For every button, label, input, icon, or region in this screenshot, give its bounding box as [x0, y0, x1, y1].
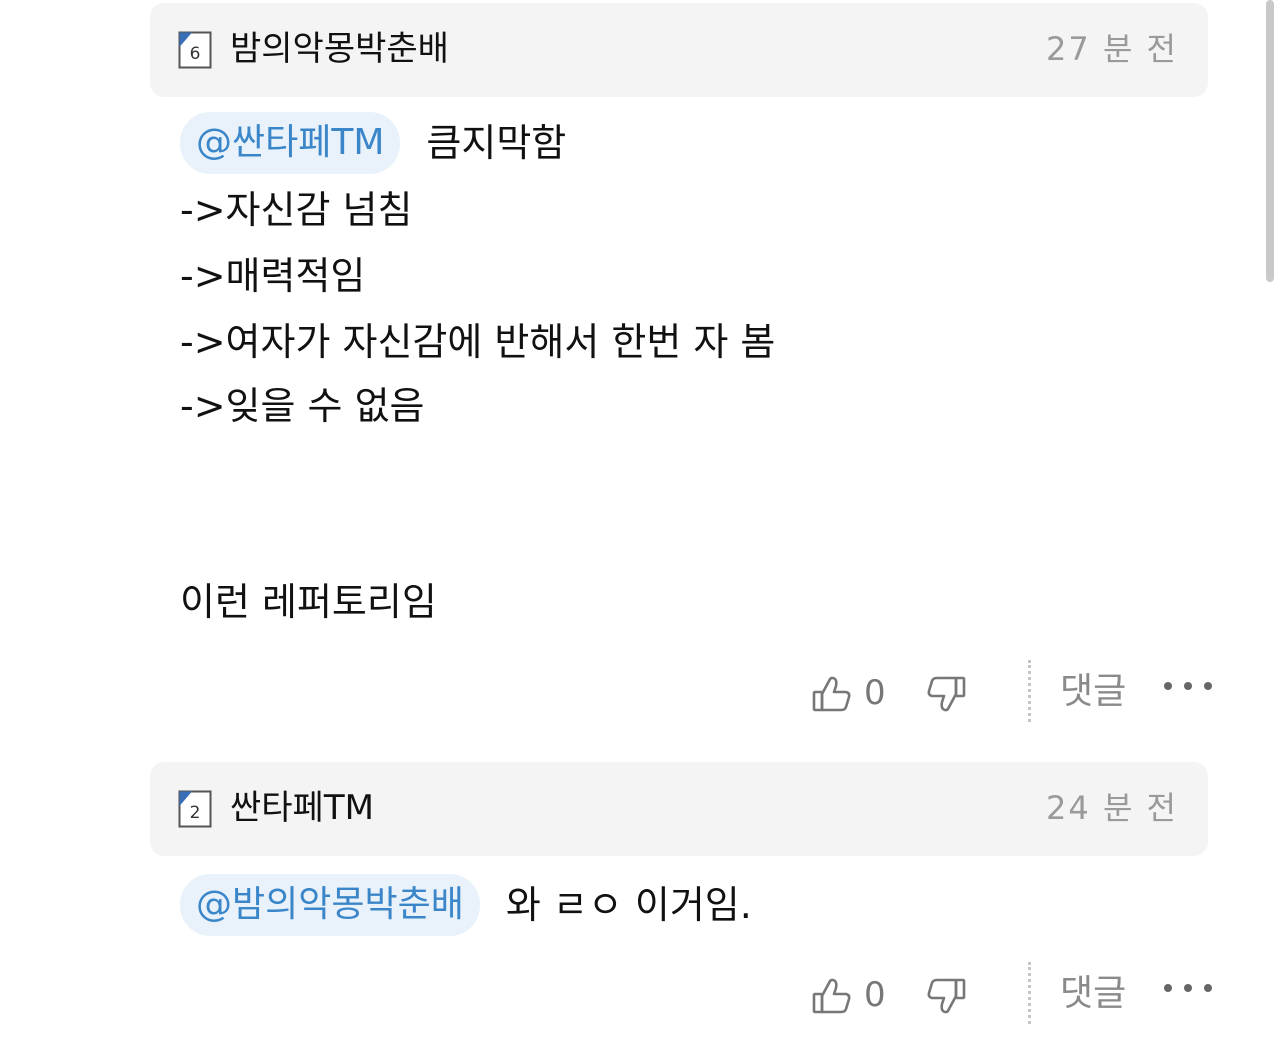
comment-header: 6 밤의악몽박춘배 27 분 전 — [150, 3, 1208, 97]
more-options-icon[interactable] — [1164, 678, 1212, 694]
comment-line: ->자신감 넘침 — [180, 188, 413, 232]
level-badge-icon: 6 — [178, 31, 212, 69]
scrollbar[interactable] — [1266, 0, 1274, 282]
comment-line: ->잊을 수 없음 — [180, 384, 425, 428]
thumbs-up-icon[interactable] — [810, 974, 854, 1018]
more-options-icon[interactable] — [1164, 980, 1212, 996]
mention-tag[interactable]: @밤의악몽박춘배 — [180, 874, 480, 936]
comment-actions: 0 댓글 — [800, 660, 1220, 730]
comment-header: 2 싼타페TM 24 분 전 — [150, 762, 1208, 856]
level-badge-icon: 2 — [178, 790, 212, 828]
username[interactable]: 밤의악몽박춘배 — [230, 27, 449, 71]
level-number: 2 — [190, 803, 201, 823]
like-count: 0 — [864, 975, 886, 1015]
timestamp: 27 분 전 — [1046, 30, 1178, 68]
mention-tag[interactable]: @싼타페TM — [180, 112, 401, 174]
comment-first-line: @밤의악몽박춘배 와 ㄹㅇ 이거임. — [180, 874, 752, 936]
thumbs-down-icon[interactable] — [924, 974, 968, 1018]
comment-text: 와 ㄹㅇ 이거임. — [505, 883, 752, 927]
level-number: 6 — [190, 44, 201, 64]
timestamp: 24 분 전 — [1046, 789, 1178, 827]
divider — [1028, 962, 1031, 1024]
comment-thread: 6 밤의악몽박춘배 27 분 전 @싼타페TM 큼지막함 ->자신감 넘침 ->매… — [0, 0, 1280, 1050]
divider — [1028, 660, 1031, 722]
comment-first-line: @싼타페TM 큼지막함 — [180, 112, 566, 174]
reply-button[interactable]: 댓글 — [1060, 970, 1126, 1018]
comment-actions: 0 댓글 — [800, 962, 1220, 1032]
comment-text: 큼지막함 — [426, 121, 567, 165]
thumbs-down-icon[interactable] — [924, 672, 968, 716]
comment-line: ->여자가 자신감에 반해서 한번 자 봄 — [180, 320, 776, 364]
username[interactable]: 싼타페TM — [230, 786, 374, 830]
comment-line: ->매력적임 — [180, 254, 366, 298]
comment-line: 이런 레퍼토리임 — [180, 580, 437, 624]
like-count: 0 — [864, 673, 886, 713]
thumbs-up-icon[interactable] — [810, 672, 854, 716]
reply-button[interactable]: 댓글 — [1060, 668, 1126, 716]
